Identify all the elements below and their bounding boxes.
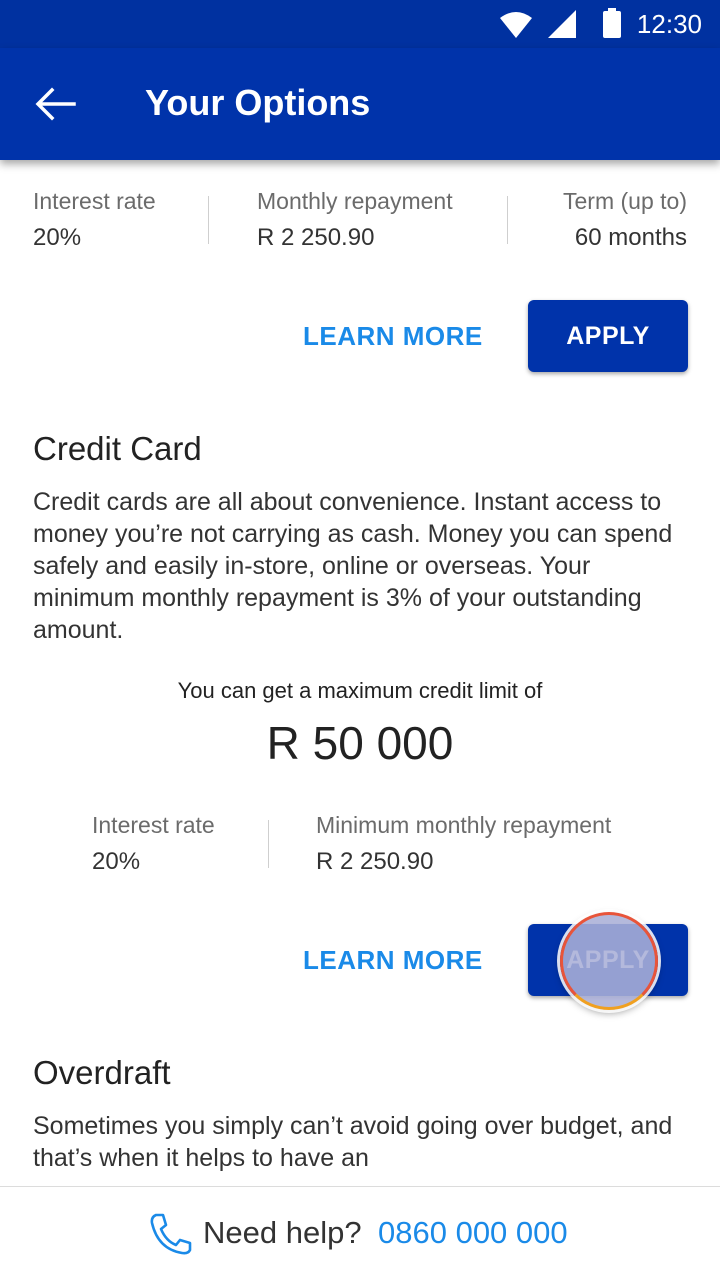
interest-rate-value: 20% bbox=[33, 224, 82, 251]
need-help-text: Need help? bbox=[203, 1215, 362, 1250]
overdraft-description: Sometimes you simply can’t avoid going o… bbox=[33, 1112, 673, 1172]
credit-card-description: Credit cards are all about convenience. … bbox=[33, 488, 673, 644]
signal-icon bbox=[548, 10, 576, 38]
help-phone-link[interactable]: 0860 000 000 bbox=[378, 1215, 568, 1251]
credit-card-title: Credit Card bbox=[33, 430, 202, 467]
credit-limit-caption: You can get a maximum credit limit of bbox=[177, 678, 543, 703]
overdraft-title: Overdraft bbox=[33, 1054, 171, 1091]
cc-interest-rate-label: Interest rate bbox=[92, 812, 215, 838]
options-list[interactable]: Interest rate 20% Monthly repayment R 2 … bbox=[0, 160, 720, 1186]
help-footer: Need help? 0860 000 000 bbox=[0, 1186, 720, 1281]
interest-rate-label: Interest rate bbox=[33, 188, 156, 214]
credit-limit-amount: R 50 000 bbox=[266, 717, 454, 769]
cc-learn-more-button[interactable]: LEARN MORE bbox=[303, 945, 483, 976]
learn-more-button[interactable]: LEARN MORE bbox=[303, 321, 483, 352]
wifi-icon bbox=[500, 12, 532, 38]
cc-min-repayment-label: Minimum monthly repayment bbox=[316, 812, 612, 838]
phone-icon bbox=[150, 1213, 192, 1255]
term-value: 60 months bbox=[574, 224, 687, 251]
divider bbox=[507, 196, 508, 244]
battery-icon bbox=[603, 8, 621, 38]
divider bbox=[208, 196, 209, 244]
loan-summary: Interest rate 20% Monthly repayment R 2 … bbox=[0, 160, 720, 380]
app-bar: Your Options bbox=[0, 48, 720, 160]
monthly-repayment-label: Monthly repayment bbox=[257, 188, 453, 214]
arrow-left-icon[interactable] bbox=[34, 84, 78, 124]
apply-button[interactable]: APPLY bbox=[528, 300, 688, 372]
page-title: Your Options bbox=[145, 82, 371, 123]
term-label: Term (up to) bbox=[563, 188, 687, 214]
status-bar: 12:30 bbox=[0, 0, 720, 48]
touch-indicator bbox=[560, 912, 658, 1010]
monthly-repayment-value: R 2 250.90 bbox=[257, 224, 375, 251]
cc-min-repayment-value: R 2 250.90 bbox=[316, 848, 434, 875]
cc-interest-rate-value: 20% bbox=[92, 848, 141, 875]
status-time: 12:30 bbox=[636, 9, 702, 39]
divider bbox=[268, 820, 269, 868]
